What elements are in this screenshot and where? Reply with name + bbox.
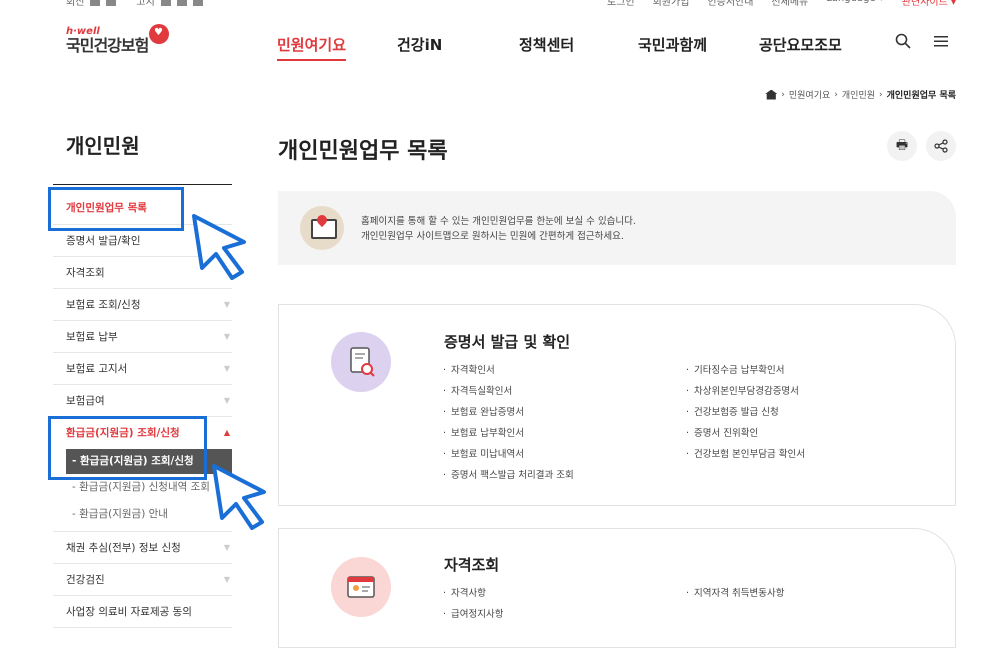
chevron-down-icon: ▼	[223, 543, 230, 552]
highlight-box	[48, 187, 184, 231]
chevron-down-icon: ▼	[223, 396, 230, 405]
heart-icon	[149, 24, 169, 44]
home-icon[interactable]	[765, 89, 778, 100]
cursor-arrow-icon	[192, 214, 246, 280]
page-title: 개인민원업무 목록	[278, 139, 448, 164]
site-logo[interactable]: h·well 국민건강보험	[66, 24, 169, 55]
lnb-subitem[interactable]: - 환급금(지원금) 안내	[53, 500, 232, 532]
lnb-item[interactable]: 보험료 고지서 ▼	[53, 353, 232, 385]
card-link[interactable]: 건강보험증 발급 신청	[686, 404, 805, 425]
chevron-right-icon: ›	[879, 89, 883, 100]
chevron-down-icon: ▼	[223, 300, 230, 309]
card-link[interactable]: 자격득실확인서	[443, 383, 574, 404]
card-certificate: 증명서 발급 및 확인 자격확인서 자격득실확인서 보험료 완납증명서 보험료 …	[278, 304, 956, 506]
breadcrumb-item[interactable]: 개인민원	[842, 88, 875, 101]
lnb-item-label: 건강검진	[66, 574, 105, 586]
breadcrumb: › 민원여기요 › 개인민원 › 개인민원업무 목록	[765, 88, 956, 101]
util-link[interactable]: 인증서안내	[707, 0, 753, 8]
gnb-item[interactable]: 국민과함께	[638, 34, 707, 55]
card-link[interactable]: 급여정지사항	[443, 606, 503, 627]
card-link[interactable]: 증명서 팩스발급 처리결과 조회	[443, 467, 574, 488]
card-link[interactable]: 건강보험 본인부담금 확인서	[686, 446, 805, 467]
card-title: 자격조회	[444, 556, 500, 574]
card-list-left: 자격확인서 자격득실확인서 보험료 완납증명서 보험료 납부확인서 보험료 미납…	[443, 362, 574, 488]
lnb-item-label: 보험료 고지서	[66, 363, 128, 375]
lnb-item[interactable]: 사업장 의료비 자료제공 동의	[53, 596, 232, 628]
util-link[interactable]: 관련사이트 ▾	[902, 0, 956, 8]
chevron-down-icon: ▼	[223, 332, 230, 341]
card-list-right: 기타징수금 납부확인서 차상위본인부담경감증명서 건강보험증 발급 신청 증명서…	[686, 362, 805, 467]
search-icon[interactable]	[895, 33, 911, 53]
util-link[interactable]: 회원가입	[653, 0, 690, 8]
chevron-right-icon: ›	[781, 89, 785, 100]
chevron-down-icon: ▼	[223, 364, 230, 373]
share-icon[interactable]	[926, 131, 956, 161]
chevron-up-icon: ▲	[223, 428, 230, 437]
info-text: 홈페이지를 통해 할 수 있는 개인민원업무를 한눈에 보실 수 있습니다.	[361, 216, 636, 227]
util-link[interactable]: Language ▾	[826, 0, 884, 8]
util-link[interactable]: 로그인	[607, 0, 635, 8]
card-link[interactable]: 차상위본인부담경감증명서	[686, 383, 805, 404]
logo-main: 국민건강보험	[66, 36, 149, 55]
lnb-item[interactable]: 보험급여 ▼	[53, 385, 232, 417]
info-text: 개인민원업무 사이트맵으로 원하시는 민원에 간편하게 접근하세요.	[361, 231, 624, 242]
lnb-item[interactable]: 보험료 조회/신청 ▼	[53, 289, 232, 321]
util-link[interactable]: 전체메뉴	[771, 0, 808, 8]
minus-icon[interactable]	[176, 0, 187, 6]
util-text: 회신	[66, 0, 85, 8]
plus-icon[interactable]	[160, 0, 171, 6]
monitor-pin-icon	[300, 206, 344, 250]
card-link[interactable]: 자격사항	[443, 585, 503, 606]
id-card-icon	[331, 557, 391, 617]
speaker-icon[interactable]	[192, 0, 203, 6]
breadcrumb-item[interactable]: 민원여기요	[789, 88, 830, 101]
document-search-icon	[331, 332, 391, 392]
highlight-box	[48, 416, 207, 480]
lnb-subitem-label: 환급금(지원금) 안내	[79, 508, 168, 520]
lnb-title: 개인민원	[66, 134, 140, 158]
zoom-in-icon[interactable]	[90, 0, 101, 6]
card-list-left: 자격사항 급여정지사항	[443, 585, 503, 627]
card-link[interactable]: 보험료 미납내역서	[443, 446, 574, 467]
utility-bar: 회신 고지 로그인 회원가입 인증서안내 전체메뉴 Language ▾ 관련사…	[0, 0, 1000, 8]
util-text: 고지	[136, 0, 155, 8]
gnb-item[interactable]: 정책센터	[519, 34, 574, 55]
gnb-item[interactable]: 공단요모조모	[759, 34, 842, 55]
lnb-item[interactable]: 건강검진 ▼	[53, 564, 232, 596]
card-link[interactable]: 자격확인서	[443, 362, 574, 383]
divider	[53, 184, 232, 185]
lnb-item-label: 채권 추심(전부) 정보 신청	[66, 542, 181, 554]
lnb-subitem-label: 환급금(지원금) 신청내역 조회	[79, 481, 210, 493]
card-list-right: 지역자격 취득변동사항	[686, 585, 784, 606]
zoom-out-icon[interactable]	[106, 0, 117, 6]
card-qualification: 자격조회 자격사항 급여정지사항 지역자격 취득변동사항	[278, 528, 956, 648]
breadcrumb-current: 개인민원업무 목록	[886, 91, 956, 101]
chevron-right-icon: ›	[834, 89, 838, 100]
card-title: 증명서 발급 및 확인	[444, 333, 571, 351]
card-link[interactable]: 증명서 진위확인	[686, 425, 805, 446]
card-link[interactable]: 보험료 완납증명서	[443, 404, 574, 425]
lnb-item[interactable]: 채권 추심(전부) 정보 신청 ▼	[53, 532, 232, 564]
lnb-item-label: 보험료 조회/신청	[66, 299, 141, 311]
chevron-down-icon: ▼	[223, 575, 230, 584]
lnb-item-label: 보험급여	[66, 395, 105, 407]
card-link[interactable]: 기타징수금 납부확인서	[686, 362, 805, 383]
lnb-item-label: 보험료 납부	[66, 331, 118, 343]
info-banner: 홈페이지를 통해 할 수 있는 개인민원업무를 한눈에 보실 수 있습니다. 개…	[278, 191, 956, 265]
gnb-item[interactable]: 건강iN	[397, 34, 442, 55]
card-link[interactable]: 보험료 납부확인서	[443, 425, 574, 446]
lnb-item[interactable]: 보험료 납부 ▼	[53, 321, 232, 353]
gnb-item[interactable]: 민원여기요	[277, 34, 347, 61]
print-icon[interactable]: 🖶	[887, 131, 917, 161]
cursor-arrow-icon	[212, 464, 266, 530]
card-link[interactable]: 지역자격 취득변동사항	[686, 585, 784, 606]
menu-icon[interactable]	[933, 33, 949, 52]
